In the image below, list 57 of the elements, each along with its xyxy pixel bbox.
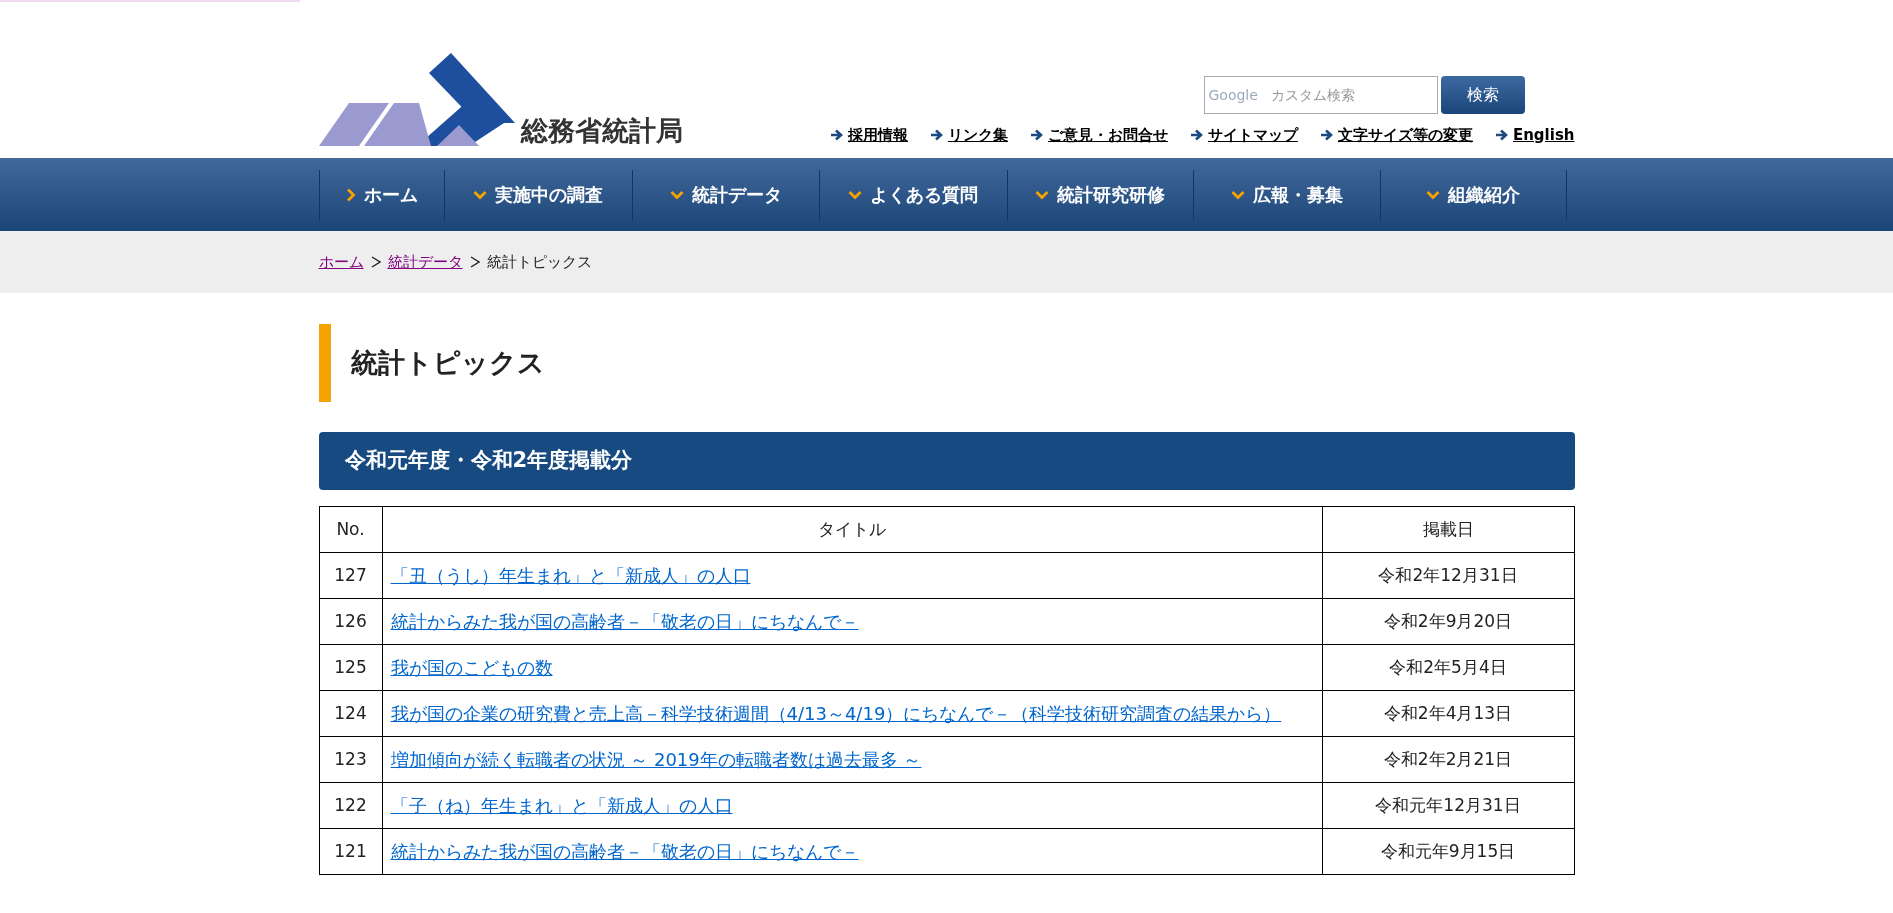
nav-item[interactable]: 組織紹介 bbox=[1379, 169, 1567, 220]
search-button[interactable]: 検索 bbox=[1440, 75, 1525, 114]
topic-link[interactable]: 我が国のこどもの数 bbox=[390, 657, 553, 678]
table-cell: 121 bbox=[319, 828, 382, 875]
table-cell: 123 bbox=[319, 736, 382, 783]
chevron-down-icon bbox=[1035, 189, 1049, 200]
utility-link[interactable]: 採用情報 bbox=[847, 123, 908, 146]
logo-icon bbox=[318, 53, 515, 146]
nav-item[interactable]: ホーム bbox=[318, 169, 444, 220]
chevron-down-icon bbox=[848, 189, 862, 200]
google-logo: Google bbox=[1208, 85, 1258, 105]
nav-item[interactable]: 実施中の調査 bbox=[443, 169, 632, 220]
column-header: 掲載日 bbox=[1322, 506, 1574, 553]
arrow-right-icon bbox=[1189, 128, 1204, 141]
table-cell: 125 bbox=[319, 644, 382, 691]
table-cell: 122 bbox=[319, 782, 382, 829]
breadcrumb-current: 統計トピックス bbox=[486, 251, 592, 273]
table-cell: 令和2年4月13日 bbox=[1322, 690, 1574, 737]
site-name: 総務省統計局 bbox=[520, 117, 683, 146]
table-cell: 令和元年12月31日 bbox=[1322, 782, 1574, 829]
table-cell: 126 bbox=[319, 598, 382, 645]
arrow-right-icon bbox=[929, 128, 944, 141]
arrow-right-icon bbox=[829, 128, 844, 141]
nav-item[interactable]: よくある質問 bbox=[818, 169, 1007, 220]
breadcrumb-separator-icon bbox=[370, 256, 381, 268]
breadcrumb-separator-icon bbox=[469, 256, 480, 268]
chevron-right-icon bbox=[345, 187, 356, 202]
table-cell: 令和2年9月20日 bbox=[1322, 598, 1574, 645]
chevron-down-icon bbox=[1230, 189, 1245, 200]
utility-link[interactable]: ご意見・お問合せ bbox=[1047, 123, 1168, 146]
column-header: タイトル bbox=[382, 506, 1322, 553]
arrow-right-icon bbox=[1029, 128, 1044, 141]
table-cell: 令和2年5月4日 bbox=[1322, 644, 1574, 691]
nav-item[interactable]: 統計研究研修 bbox=[1006, 169, 1193, 220]
column-header: No. bbox=[319, 506, 382, 553]
table-cell: 令和2年2月21日 bbox=[1322, 736, 1574, 783]
utility-link[interactable]: 文字サイズ等の変更 bbox=[1337, 123, 1473, 146]
table-cell: 127 bbox=[319, 552, 382, 599]
utility-link[interactable]: English bbox=[1512, 123, 1575, 146]
topic-link[interactable]: 「丑（うし）年生まれ」と「新成人」の人口 bbox=[390, 565, 751, 586]
table-cell: 124 bbox=[319, 690, 382, 737]
utility-link[interactable]: サイトマップ bbox=[1207, 123, 1298, 146]
section-header: 令和元年度・令和2年度掲載分 bbox=[318, 432, 1575, 490]
nav-item[interactable]: 広報・募集 bbox=[1192, 169, 1380, 220]
utility-link[interactable]: リンク集 bbox=[947, 123, 1008, 146]
chevron-down-icon bbox=[1426, 189, 1440, 200]
arrow-right-icon bbox=[1319, 128, 1334, 141]
nav-item[interactable]: 統計データ bbox=[631, 169, 819, 220]
chevron-down-icon bbox=[473, 189, 487, 200]
breadcrumb-link[interactable]: ホーム bbox=[318, 250, 364, 274]
arrow-right-icon bbox=[1494, 128, 1509, 141]
table-cell: 令和元年9月15日 bbox=[1322, 828, 1574, 875]
breadcrumb-link[interactable]: 統計データ bbox=[387, 250, 463, 274]
table-cell: 令和2年12月31日 bbox=[1322, 552, 1574, 599]
topic-link[interactable]: 「子（ね）年生まれ」と「新成人」の人口 bbox=[390, 795, 733, 816]
page-title: 統計トピックス bbox=[350, 345, 545, 380]
chevron-down-icon bbox=[669, 189, 684, 200]
